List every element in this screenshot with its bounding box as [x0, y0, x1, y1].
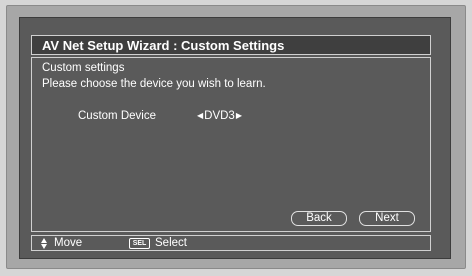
- custom-device-label: Custom Device: [78, 110, 156, 122]
- section-heading: Custom settings: [42, 62, 125, 74]
- page-title: AV Net Setup Wizard : Custom Settings: [42, 38, 285, 53]
- instruction-text: Please choose the device you wish to lea…: [42, 78, 266, 90]
- custom-device-selector[interactable]: ◀ DVD3 ▶: [197, 110, 242, 122]
- custom-device-value: DVD3: [204, 110, 235, 122]
- right-arrow-icon[interactable]: ▶: [236, 110, 242, 122]
- next-button[interactable]: Next: [359, 211, 415, 226]
- title-bar: AV Net Setup Wizard : Custom Settings: [31, 35, 431, 55]
- sel-key-icon: SEL: [129, 238, 150, 249]
- status-bar: Move SEL Select: [31, 235, 431, 251]
- content-panel: Custom settings Please choose the device…: [31, 57, 431, 232]
- select-hint: Select: [155, 237, 187, 249]
- back-button[interactable]: Back: [291, 211, 347, 226]
- move-hint: Move: [54, 237, 83, 249]
- wizard-screen: AV Net Setup Wizard : Custom Settings Cu…: [19, 17, 451, 259]
- up-down-arrows-icon: [41, 237, 47, 249]
